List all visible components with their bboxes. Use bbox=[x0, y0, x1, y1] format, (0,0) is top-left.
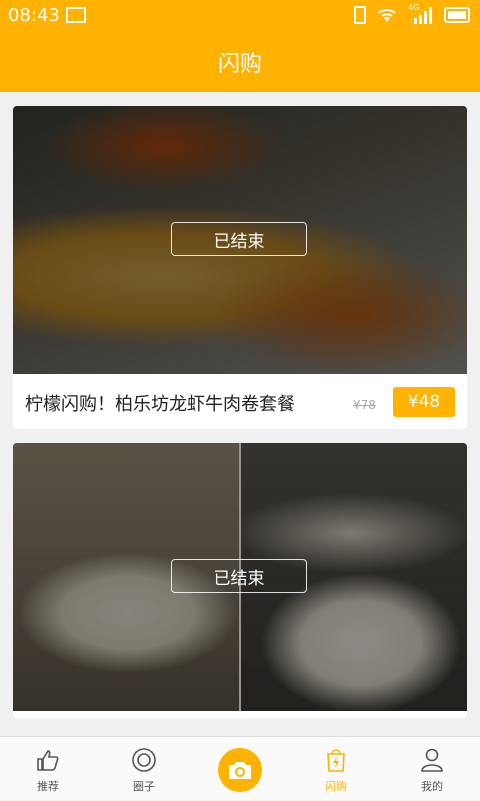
deal-card[interactable]: 已结束 柠檬闪购！柏乐坊龙虾牛肉卷套餐 ¥78 ¥48 bbox=[13, 106, 467, 429]
deal-info: 柠檬闪购！柏乐坊龙虾牛肉卷套餐 ¥78 ¥48 bbox=[13, 374, 467, 429]
status-icons: 4G bbox=[354, 3, 470, 24]
tab-recommend[interactable]: 推荐 bbox=[0, 737, 96, 801]
vibrate-icon bbox=[354, 6, 366, 24]
camera-icon bbox=[229, 762, 251, 779]
wifi-icon bbox=[378, 9, 396, 22]
tab-label: 推荐 bbox=[37, 780, 59, 793]
tab-label: 闪购 bbox=[325, 780, 347, 793]
tab-label: 我的 bbox=[421, 780, 443, 793]
tab-flash-sale[interactable]: 闪购 bbox=[288, 737, 384, 801]
status-bar: 08:43 4G bbox=[0, 0, 480, 32]
tab-profile[interactable]: 我的 bbox=[384, 737, 480, 801]
ended-badge: 已结束 bbox=[171, 559, 307, 593]
circle-icon bbox=[132, 748, 156, 772]
image-notification-icon bbox=[66, 7, 86, 23]
person-icon bbox=[421, 748, 443, 772]
deal-photo: 已结束 bbox=[13, 106, 467, 374]
battery-icon bbox=[444, 7, 470, 23]
tab-label: 圈子 bbox=[133, 780, 155, 793]
lightning-bag-icon bbox=[327, 749, 345, 772]
network-type: 4G bbox=[408, 3, 420, 12]
original-price: ¥78 bbox=[353, 398, 376, 412]
deal-card[interactable]: 已结束 bbox=[13, 443, 467, 718]
deal-photo: 已结束 bbox=[13, 443, 467, 711]
page-title: 闪购 bbox=[217, 52, 262, 77]
camera-button[interactable] bbox=[218, 748, 262, 792]
title-bar: 闪购 bbox=[0, 32, 480, 92]
thumbs-up-icon bbox=[37, 750, 59, 771]
tab-circle[interactable]: 圈子 bbox=[96, 737, 192, 801]
deal-price-button[interactable]: ¥48 bbox=[393, 387, 455, 417]
deal-title: 柠檬闪购！柏乐坊龙虾牛肉卷套餐 bbox=[25, 394, 295, 415]
cell-signal-icon: 4G bbox=[408, 3, 434, 24]
ended-badge: 已结束 bbox=[171, 222, 307, 256]
status-time: 08:43 bbox=[8, 5, 60, 26]
